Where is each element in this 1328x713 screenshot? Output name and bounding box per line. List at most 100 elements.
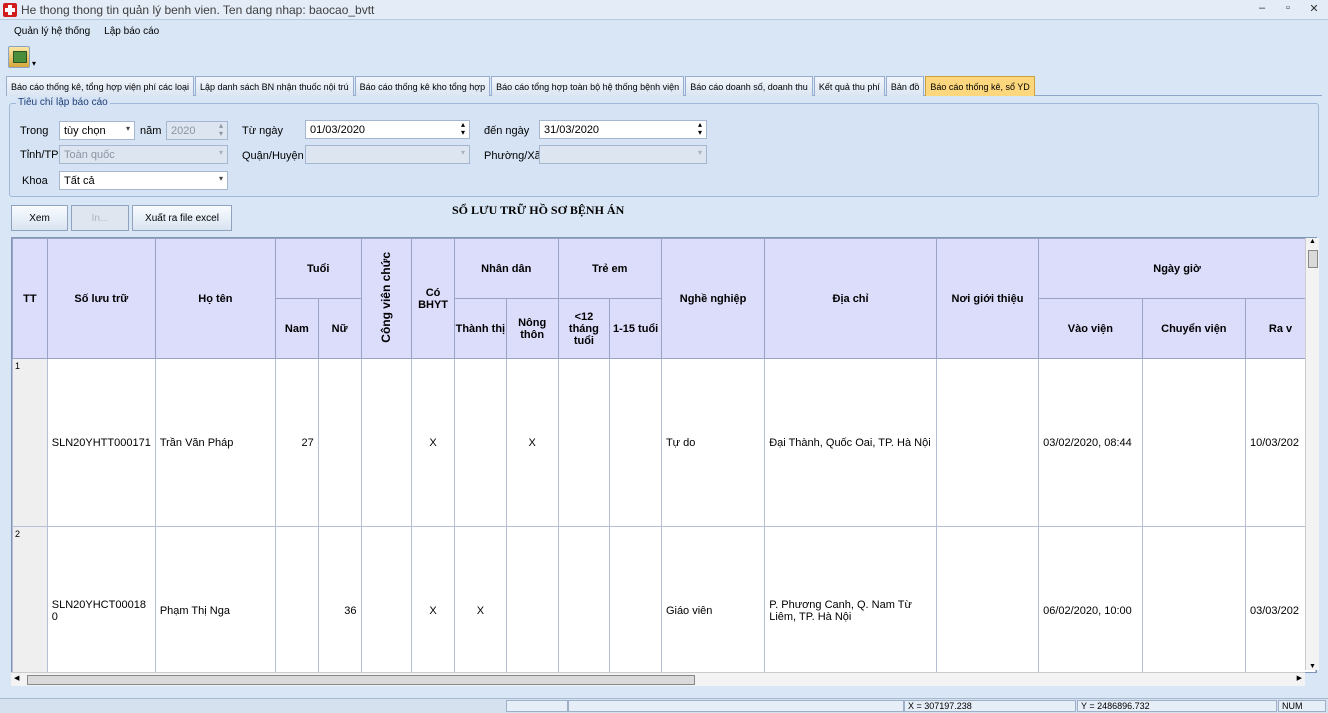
col-co-bhyt[interactable]: Có BHYT xyxy=(411,238,455,359)
chevron-down-icon[interactable]: ▾ xyxy=(32,59,36,68)
den-ngay-datepicker[interactable]: 31/03/2020 ▴ ▾ xyxy=(539,120,707,139)
cell-co-bhyt[interactable]: X xyxy=(411,526,455,672)
col-tt[interactable]: TT xyxy=(12,238,48,359)
cell-so-luu-tru[interactable]: SLN20YHCT00018 0 xyxy=(46,526,156,672)
cell-chuyen-vien[interactable] xyxy=(1141,358,1247,527)
cell-chuyen-vien[interactable] xyxy=(1141,526,1247,672)
cell-ho-ten[interactable]: Phạm Thị Nga xyxy=(154,526,276,672)
tinh-select[interactable]: Toàn quốc ▾ xyxy=(59,145,228,164)
nam-spinner[interactable]: 2020 ▴ ▾ xyxy=(166,121,228,140)
export-excel-button[interactable]: Xuất ra file excel xyxy=(132,205,232,231)
cell-cong-vien-chuc[interactable] xyxy=(360,526,413,672)
tab-bao-cao-kho[interactable]: Báo cáo thống kê kho tổng hợp xyxy=(354,76,491,96)
restore-button[interactable]: ▫ xyxy=(1280,2,1296,15)
col-cong-vien-chuc[interactable]: Công viên chức xyxy=(360,238,413,359)
scroll-up-icon[interactable]: ▲ xyxy=(1309,238,1316,245)
col-nghe-nghiep[interactable]: Nghề nghiệp xyxy=(660,238,766,359)
window-title: He thong thong tin quản lý benh vien. Te… xyxy=(21,2,375,17)
vertical-scrollbar[interactable]: ▲ ▼ xyxy=(1305,238,1319,670)
tab-tong-hop-he-thong[interactable]: Báo cáo tổng hợp toàn bộ hệ thống bệnh v… xyxy=(491,76,685,96)
col-chuyen-vien[interactable]: Chuyển viện xyxy=(1141,298,1247,359)
cell-vao-vien[interactable]: 03/02/2020, 08:44 xyxy=(1038,358,1143,527)
tab-danh-sach-bn-nhan-thuoc[interactable]: Lập danh sách BN nhận thuốc nội trú xyxy=(195,76,354,96)
cell-ho-ten[interactable]: Trần Văn Pháp xyxy=(154,358,276,527)
cell-nam[interactable]: 27 xyxy=(274,358,319,527)
tab-doanh-so[interactable]: Báo cáo doanh số, doanh thu xyxy=(685,76,813,96)
tab-ban-do[interactable]: Bản đồ xyxy=(885,76,925,96)
tab-so-yd[interactable]: Báo cáo thống kê, sổ YD xyxy=(925,76,1035,96)
cell-thanh-thi[interactable]: X xyxy=(453,526,507,672)
vertical-scroll-thumb[interactable] xyxy=(1308,250,1318,268)
cell-noi-gioi-thieu[interactable] xyxy=(935,358,1040,527)
col-nong-thon[interactable]: Nông thôn xyxy=(505,298,559,359)
menu-lap-bao-cao[interactable]: Lập báo cáo xyxy=(104,26,159,37)
close-button[interactable]: ✕ xyxy=(1306,2,1322,15)
quan-select[interactable]: ▾ xyxy=(305,145,470,164)
status-segment-empty-2 xyxy=(568,700,904,712)
tab-ket-qua-thu-phi[interactable]: Kết quả thu phí xyxy=(813,76,885,96)
cell-cong-vien-chuc[interactable] xyxy=(360,358,413,527)
col-nam[interactable]: Nam xyxy=(274,298,319,359)
cell-co-bhyt[interactable]: X xyxy=(411,358,455,527)
trong-label: Trong xyxy=(20,125,49,137)
horizontal-scroll-thumb[interactable] xyxy=(27,675,695,685)
khoa-select[interactable]: Tất cả ▾ xyxy=(59,171,228,190)
cell-nghe-nghiep[interactable]: Tự do xyxy=(660,358,766,527)
table-row[interactable]: 1 SLN20YHTT000171 Trần Văn Pháp 27 X X T… xyxy=(12,358,1316,527)
tab-bao-cao-vien-phi[interactable]: Báo cáo thống kê, tổng hợp viện phí các … xyxy=(6,76,195,96)
col-tuoi[interactable]: Tuổi xyxy=(274,238,362,299)
scroll-down-icon[interactable]: ▼ xyxy=(1309,663,1316,670)
in-button[interactable]: In... xyxy=(71,205,129,231)
cell-1-15-tuoi[interactable] xyxy=(609,358,662,527)
chevron-down-icon: ▾ xyxy=(218,148,223,157)
col-vao-vien[interactable]: Vào viện xyxy=(1038,298,1143,359)
col-noi-gioi-thieu[interactable]: Nơi giới thiệu xyxy=(935,238,1040,359)
xem-button[interactable]: Xem xyxy=(11,205,68,231)
col-tre-em[interactable]: Trẻ em xyxy=(557,238,662,299)
col-nu[interactable]: Nữ xyxy=(317,298,362,359)
cell-dia-chi[interactable]: Đại Thành, Quốc Oai, TP. Hà Nội xyxy=(764,358,937,527)
cell-nu[interactable]: 36 xyxy=(317,526,362,672)
col-so-luu-tru[interactable]: Số lưu trữ xyxy=(46,238,156,359)
table-row[interactable]: 2 SLN20YHCT00018 0 Phạm Thị Nga 36 X X G… xyxy=(12,526,1316,672)
menu-quan-ly-he-thong[interactable]: Quản lý hệ thống xyxy=(14,26,90,37)
cell-duoi-12-thang[interactable] xyxy=(557,358,611,527)
tu-ngay-label: Từ ngày xyxy=(242,125,283,137)
cell-nu[interactable] xyxy=(317,358,362,527)
col-ngay-gio[interactable]: Ngày giờ xyxy=(1038,238,1316,299)
cell-nong-thon[interactable]: X xyxy=(505,358,559,527)
cell-nghe-nghiep[interactable]: Giáo viên xyxy=(660,526,766,672)
col-nhan-dan[interactable]: Nhân dân xyxy=(453,238,559,299)
cell-duoi-12-thang[interactable] xyxy=(557,526,611,672)
col-thanh-thi[interactable]: Thành thị xyxy=(453,298,507,359)
phuong-select[interactable]: ▾ xyxy=(539,145,707,164)
cell-so-luu-tru[interactable]: SLN20YHTT000171 xyxy=(46,358,156,527)
khoa-label: Khoa xyxy=(22,175,48,187)
cell-noi-gioi-thieu[interactable] xyxy=(935,526,1040,672)
cell-nam[interactable] xyxy=(274,526,319,672)
phuong-label: Phường/Xã xyxy=(484,150,541,162)
col-duoi-12-thang[interactable]: <12 tháng tuổi xyxy=(557,298,611,359)
trong-select[interactable]: tùy chọn ▾ xyxy=(59,121,135,140)
window-titlebar: He thong thong tin quản lý benh vien. Te… xyxy=(0,0,1328,20)
spinner-arrows-icon: ▴ ▾ xyxy=(697,120,702,137)
chevron-down-icon: ▾ xyxy=(697,148,702,157)
cong-vien-chuc-label: Công viên chức xyxy=(379,251,394,343)
scroll-left-icon[interactable]: ◀ xyxy=(14,674,19,682)
cell-1-15-tuoi[interactable] xyxy=(609,526,662,672)
spinner-arrows-icon: ▴ ▾ xyxy=(218,121,223,138)
col-1-15-tuoi[interactable]: 1-15 tuổi xyxy=(609,298,662,359)
minimize-button[interactable]: – xyxy=(1254,2,1270,15)
cell-dia-chi[interactable]: P. Phương Canh, Q. Nam Từ Liêm, TP. Hà N… xyxy=(764,526,937,672)
cell-nong-thon[interactable] xyxy=(505,526,559,672)
scroll-right-icon[interactable]: ▶ xyxy=(1297,674,1302,682)
report-tool-icon[interactable] xyxy=(8,46,30,68)
col-ho-ten[interactable]: Họ tên xyxy=(154,238,276,359)
tu-ngay-datepicker[interactable]: 01/03/2020 ▴ ▾ xyxy=(305,120,470,139)
cell-vao-vien[interactable]: 06/02/2020, 10:00 xyxy=(1038,526,1143,672)
cell-thanh-thi[interactable] xyxy=(453,358,507,527)
col-dia-chi[interactable]: Địa chỉ xyxy=(764,238,937,359)
criteria-panel: Tiêu chí lập báo cáo Trong tùy chọn ▾ nă… xyxy=(9,97,1319,197)
horizontal-scrollbar[interactable]: ◀ ▶ xyxy=(11,672,1305,686)
den-ngay-value: 31/03/2020 xyxy=(544,123,600,136)
